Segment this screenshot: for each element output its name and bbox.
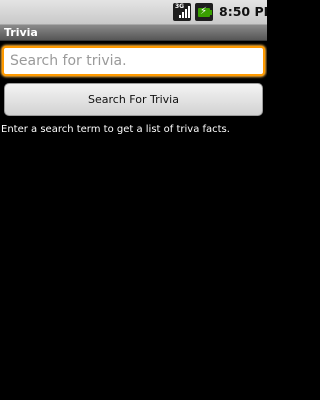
network-type-label: 3G xyxy=(175,3,185,10)
search-input[interactable] xyxy=(2,46,265,76)
status-bar: 3G ⚡ 8:50 PM xyxy=(0,0,267,25)
signal-bar xyxy=(182,12,184,18)
signal-bar xyxy=(185,9,187,18)
search-button[interactable]: Search For Trivia xyxy=(4,83,263,116)
signal-bar xyxy=(179,15,181,18)
hint-text: Enter a search term to get a list of tri… xyxy=(1,124,230,135)
clock-ampm: PM xyxy=(254,4,267,19)
status-clock: 8:50 PM xyxy=(219,3,267,21)
clock-time: 8:50 xyxy=(219,4,251,19)
app-screen: 3G ⚡ 8:50 PM Trivia Search For Trivia En… xyxy=(0,0,267,400)
signal-bar xyxy=(188,6,190,18)
battery-tip xyxy=(210,10,212,15)
signal-icon: 3G xyxy=(173,3,191,21)
lightning-icon: ⚡ xyxy=(200,6,208,17)
app-title-bar: Trivia xyxy=(0,25,267,41)
app-title: Trivia xyxy=(4,26,38,39)
battery-charging-icon: ⚡ xyxy=(195,3,213,21)
